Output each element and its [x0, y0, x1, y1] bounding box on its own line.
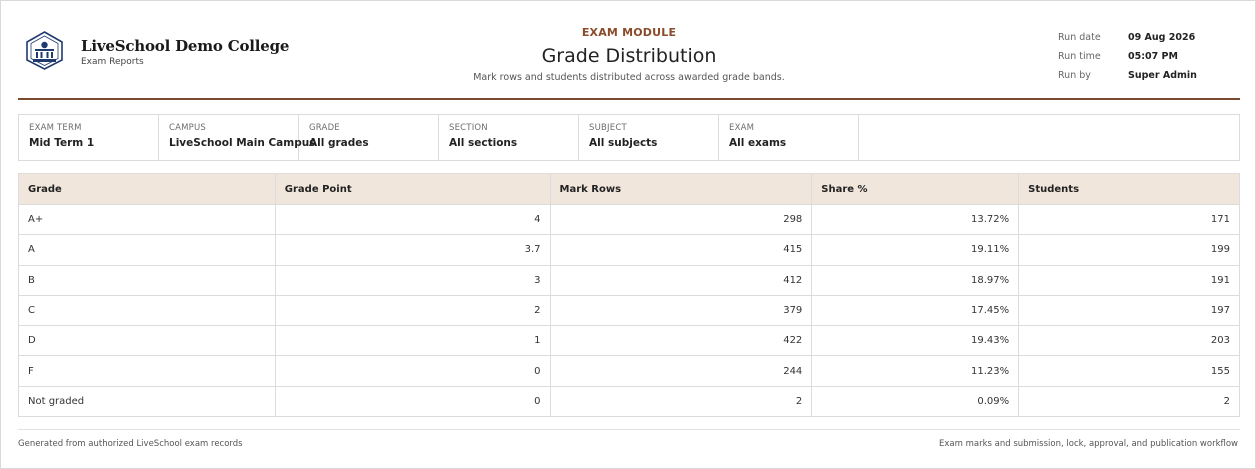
- filter-value: LiveSchool Main Campus: [169, 137, 316, 149]
- module-label: EXAM MODULE: [581, 26, 677, 39]
- filter-label: SECTION: [449, 123, 488, 133]
- table-row: B 3 412 18.97% 191: [18, 264, 1240, 296]
- filter-label: GRADE: [309, 123, 340, 133]
- filter-summary: EXAM TERM Mid Term 1 CAMPUS LiveSchool M…: [18, 114, 1240, 161]
- filter-label: EXAM: [729, 123, 755, 133]
- report-page: LiveSchool Demo College Exam Reports EXA…: [0, 0, 1256, 469]
- grade-distribution-table: Grade Grade Point Mark Rows Share % Stud…: [18, 173, 1240, 418]
- column-header-share[interactable]: Share %: [811, 173, 1020, 205]
- filter-grade: GRADE All grades: [299, 115, 439, 160]
- cell-grade: F: [18, 355, 276, 387]
- cell-share: 19.43%: [811, 325, 1020, 357]
- run-by-label: Run by: [1058, 70, 1091, 81]
- filter-label: EXAM TERM: [29, 123, 82, 133]
- cell-grade-point: 0: [274, 385, 551, 418]
- cell-grade: Not graded: [18, 385, 276, 418]
- run-date-label: Run date: [1058, 32, 1101, 43]
- cell-students: 2: [1018, 385, 1240, 418]
- college-crest-icon: [26, 31, 63, 70]
- column-header-grade[interactable]: Grade: [18, 173, 276, 205]
- filter-value: All sections: [449, 137, 518, 149]
- cell-grade-point: 1: [274, 325, 551, 357]
- filter-value: All grades: [309, 137, 369, 149]
- college-subtitle: Exam Reports: [81, 57, 144, 67]
- page-title: Grade Distribution: [541, 45, 717, 67]
- college-name: LiveSchool Demo College: [81, 37, 290, 55]
- cell-grade: B: [18, 264, 276, 296]
- header-divider: [18, 98, 1240, 100]
- filter-exam: EXAM All exams: [719, 115, 859, 160]
- run-time-label: Run time: [1058, 51, 1101, 62]
- cell-students: 197: [1018, 294, 1240, 327]
- cell-grade-point: 4: [274, 203, 551, 236]
- cell-students: 171: [1018, 203, 1240, 236]
- cell-students: 203: [1018, 325, 1240, 357]
- cell-mark-rows: 422: [549, 325, 813, 357]
- filter-value: All subjects: [589, 137, 658, 149]
- table-row: A 3.7 415 19.11% 199: [18, 234, 1240, 266]
- run-by-row: Run by Super Admin: [1058, 66, 1197, 85]
- cell-mark-rows: 298: [549, 203, 813, 236]
- footer-divider: [18, 429, 1240, 430]
- footer-source-note: Generated from authorized LiveSchool exa…: [18, 439, 243, 449]
- footer-workflow-note: Exam marks and submission, lock, approva…: [939, 439, 1238, 449]
- cell-students: 199: [1018, 234, 1240, 266]
- cell-share: 17.45%: [811, 294, 1020, 327]
- table-row: C 2 379 17.45% 197: [18, 294, 1240, 327]
- table-row: D 1 422 19.43% 203: [18, 325, 1240, 357]
- cell-students: 155: [1018, 355, 1240, 387]
- cell-students: 191: [1018, 264, 1240, 296]
- cell-grade-point: 3.7: [274, 234, 551, 266]
- cell-share: 13.72%: [811, 203, 1020, 236]
- filter-label: CAMPUS: [169, 123, 207, 133]
- cell-share: 19.11%: [811, 234, 1020, 266]
- cell-share: 18.97%: [811, 264, 1020, 296]
- column-header-mark-rows[interactable]: Mark Rows: [549, 173, 813, 205]
- run-time-value: 05:07 PM: [1128, 51, 1178, 62]
- column-header-students[interactable]: Students: [1018, 173, 1240, 205]
- filter-section: SECTION All sections: [439, 115, 579, 160]
- cell-mark-rows: 415: [549, 234, 813, 266]
- cell-share: 11.23%: [811, 355, 1020, 387]
- table-header-row: Grade Grade Point Mark Rows Share % Stud…: [18, 173, 1240, 205]
- cell-grade-point: 0: [274, 355, 551, 387]
- cell-share: 0.09%: [811, 385, 1020, 418]
- cell-grade: D: [18, 325, 276, 357]
- filter-value: All exams: [729, 137, 787, 149]
- run-date-value: 09 Aug 2026: [1128, 32, 1196, 43]
- run-time-row: Run time 05:07 PM: [1058, 47, 1197, 66]
- table-row: F 0 244 11.23% 155: [18, 355, 1240, 387]
- filter-value: Mid Term 1: [29, 137, 95, 149]
- table-row: Not graded 0 2 0.09% 2: [18, 385, 1240, 418]
- cell-mark-rows: 379: [549, 294, 813, 327]
- filter-subject: SUBJECT All subjects: [579, 115, 719, 160]
- cell-grade: A: [18, 234, 276, 266]
- run-meta: Run date 09 Aug 2026 Run time 05:07 PM R…: [1058, 28, 1197, 85]
- page-subtitle: Mark rows and students distributed acros…: [473, 72, 785, 83]
- filter-campus: CAMPUS LiveSchool Main Campus: [159, 115, 316, 160]
- filter-label: SUBJECT: [589, 123, 627, 133]
- cell-mark-rows: 244: [549, 355, 813, 387]
- table-row: A+ 4 298 13.72% 171: [18, 203, 1240, 236]
- cell-mark-rows: 2: [549, 385, 813, 418]
- cell-grade-point: 3: [274, 264, 551, 296]
- filter-exam-term: EXAM TERM Mid Term 1: [19, 115, 159, 160]
- cell-mark-rows: 412: [549, 264, 813, 296]
- column-header-grade-point[interactable]: Grade Point: [274, 173, 551, 205]
- cell-grade: A+: [18, 203, 276, 236]
- run-date-row: Run date 09 Aug 2026: [1058, 28, 1197, 47]
- cell-grade: C: [18, 294, 276, 327]
- cell-grade-point: 2: [274, 294, 551, 327]
- run-by-value: Super Admin: [1128, 70, 1197, 81]
